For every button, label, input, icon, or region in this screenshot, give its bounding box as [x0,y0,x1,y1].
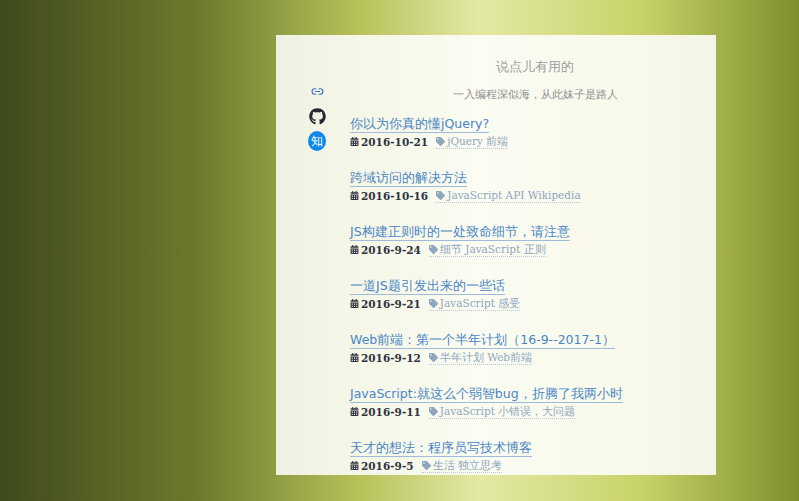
github-icon[interactable] [308,107,326,125]
post-meta: 2016-9-21 JavaScript 感受 [350,296,520,311]
calendar-icon [350,299,359,308]
tag-icon [429,407,438,416]
post-title[interactable]: 一道JS题引发出来的一些话 [350,278,505,295]
calendar-icon [350,461,359,470]
post-meta: 2016-9-12 半年计划 Web前端 [350,350,532,365]
post-item: JavaScript:就这么个弱智bug，折腾了我两小时 2016-9-11 Jav… [350,386,704,419]
tag-icon [429,245,438,254]
post-list: 你以为你真的懂jQuery? 2016-10-21 jQuery 前端跨域访问的解决… [350,116,704,473]
post-item: 跨域访问的解决方法 2016-10-16 JavaScript API Wikipe… [350,170,704,203]
zhihu-badge: 知 [308,131,326,151]
post-tags[interactable]: 生活 独立思考 [422,458,502,473]
post-item: Web前端：第一个半年计划（16-9--2017-1） 2016-9-12 半年计划… [350,332,704,365]
post-tags[interactable]: JavaScript API Wikipedia [436,188,581,203]
post-item: 一道JS题引发出来的一些话 2016-9-21 JavaScript 感受 [350,278,704,311]
tag-icon [436,191,445,200]
tag-icon [422,461,431,470]
post-tags[interactable]: jQuery 前端 [436,134,508,149]
post-date: 2016-9-21 [350,297,421,311]
post-title[interactable]: 天才的想法：程序员写技术博客 [350,440,532,457]
post-tags[interactable]: 半年计划 Web前端 [429,350,532,365]
page: 知说点儿有用的一入编程深似海，从此妹子是路人你以为你真的懂jQuery?2016… [0,0,799,501]
post-title[interactable]: 跨域访问的解决方法 [350,170,467,187]
post-title[interactable]: JS构建正则时的一处致命细节，请注意 [350,224,570,241]
blog-title: 说点儿有用的 [366,57,704,77]
post-item: JS构建正则时的一处致命细节，请注意 2016-9-24 细节 JavaScript… [350,224,704,257]
post-date: 2016-9-11 [350,405,421,419]
post-title[interactable]: 你以为你真的懂jQuery? [350,116,489,133]
calendar-icon [350,353,359,362]
post-title[interactable]: Web前端：第一个半年计划（16-9--2017-1） [350,332,615,349]
post-meta: 2016-10-21 jQuery 前端 [350,134,508,149]
zhihu-icon[interactable]: 知 [308,132,326,150]
post-date: 2016-10-16 [350,189,428,203]
sidebar: 知 [306,35,328,475]
post-date: 2016-9-24 [350,243,421,257]
calendar-icon [350,191,359,200]
calendar-icon [350,407,359,416]
blog-subtitle: 一入编程深似海，从此妹子是路人 [366,87,704,103]
post-tags[interactable]: JavaScript 小错误，大问题 [429,404,575,419]
tag-icon [429,299,438,308]
link-icon[interactable] [308,82,326,100]
post-meta: 2016-9-5 生活 独立思考 [350,458,502,473]
post-item: 天才的想法：程序员写技术博客 2016-9-5 生活 独立思考 [350,440,704,473]
post-meta: 2016-9-24 细节 JavaScript 正则 [350,242,546,257]
post-meta: 2016-9-11 JavaScript 小错误，大问题 [350,404,575,419]
post-date: 2016-9-5 [350,459,414,473]
blog-card: 知说点儿有用的一入编程深似海，从此妹子是路人你以为你真的懂jQuery?2016… [276,35,716,475]
calendar-icon [350,245,359,254]
post-date: 2016-10-21 [350,135,428,149]
tag-icon [436,137,445,146]
post-meta: 2016-10-16 JavaScript API Wikipedia [350,188,581,203]
tag-icon [429,353,438,362]
post-tags[interactable]: 细节 JavaScript 正则 [429,242,546,257]
main: 说点儿有用的一入编程深似海，从此妹子是路人你以为你真的懂jQuery?2016-… [350,35,716,475]
header: 说点儿有用的一入编程深似海，从此妹子是路人 [350,35,704,116]
post-date: 2016-9-12 [350,351,421,365]
calendar-icon [350,137,359,146]
post-tags[interactable]: JavaScript 感受 [429,296,520,311]
post-title[interactable]: JavaScript:就这么个弱智bug，折腾了我两小时 [350,386,623,403]
post-item: 你以为你真的懂jQuery? 2016-10-21 jQuery 前端 [350,116,704,149]
